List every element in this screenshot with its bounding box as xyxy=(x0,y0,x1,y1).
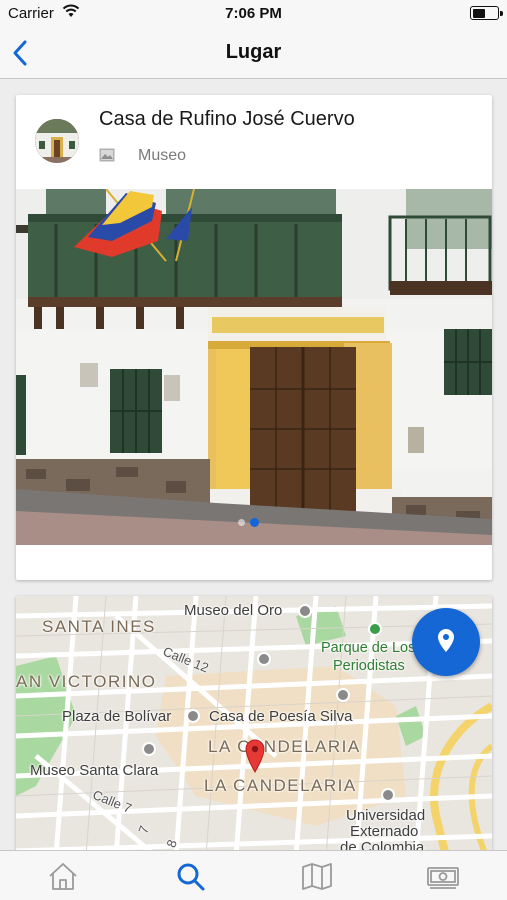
map-icon xyxy=(302,863,332,890)
place-name: Casa de Rufino José Cuervo xyxy=(99,108,355,130)
status-time: 7:06 PM xyxy=(225,5,282,22)
home-icon xyxy=(49,863,77,890)
university-poi-icon xyxy=(381,788,395,802)
place-card[interactable]: Casa de Rufino José Cuervo Museo xyxy=(16,95,492,580)
tab-bar xyxy=(0,850,507,900)
battery-icon xyxy=(470,6,503,20)
tab-home[interactable] xyxy=(46,861,80,891)
map-label-periodistas: Periodistas xyxy=(333,658,405,674)
map-label-la-candelaria-2: LA CANDELARIA xyxy=(204,776,357,795)
location-pin-icon xyxy=(438,629,454,652)
map-label-santa-ines: SANTA INES xyxy=(42,617,156,636)
park-poi-icon xyxy=(368,622,382,636)
location-fab-button[interactable] xyxy=(412,608,480,676)
map-label-museo-santa-clara: Museo Santa Clara xyxy=(30,762,159,779)
image-icon xyxy=(99,148,115,162)
page-title: Lugar xyxy=(225,41,282,63)
map-label-plaza-bolivar: Plaza de Bolívar xyxy=(62,708,172,725)
status-bar: Carrier 7:06 PM xyxy=(0,0,507,28)
search-icon xyxy=(177,863,205,891)
map-label-universidad-2: Externado xyxy=(350,823,419,840)
tab-money[interactable] xyxy=(426,861,460,891)
tab-search[interactable] xyxy=(174,861,208,891)
map-label-museo-oro: Museo del Oro xyxy=(184,602,283,619)
museum-poi-icon xyxy=(142,742,156,756)
location-marker-icon[interactable] xyxy=(245,739,265,773)
landmark-poi-icon xyxy=(186,709,200,723)
banknote-icon xyxy=(427,867,459,889)
museum-poi-icon xyxy=(298,604,312,618)
place-photo[interactable] xyxy=(16,189,492,545)
map-label-parque: Parque de Los xyxy=(321,640,416,656)
museum-poi-icon xyxy=(336,688,350,702)
photo-page-dot xyxy=(238,519,245,526)
university-poi-icon xyxy=(257,652,271,666)
place-category: Museo xyxy=(138,147,187,164)
map-label-universidad-1: Universidad xyxy=(346,807,426,824)
photo-page-dot-active xyxy=(250,518,259,527)
navigation-bar: Lugar xyxy=(0,28,507,79)
map-label-casa-poesia: Casa de Poesía Silva xyxy=(209,708,353,725)
map-label-la-candelaria-1: LA CANDELARIA xyxy=(208,737,361,756)
tab-map[interactable] xyxy=(300,861,334,891)
map-label-san-victorino: AN VICTORINO xyxy=(16,672,157,691)
map-card[interactable]: Museo del Oro SANTA INES Calle 12 Parque… xyxy=(16,596,492,856)
place-avatar xyxy=(35,119,79,163)
